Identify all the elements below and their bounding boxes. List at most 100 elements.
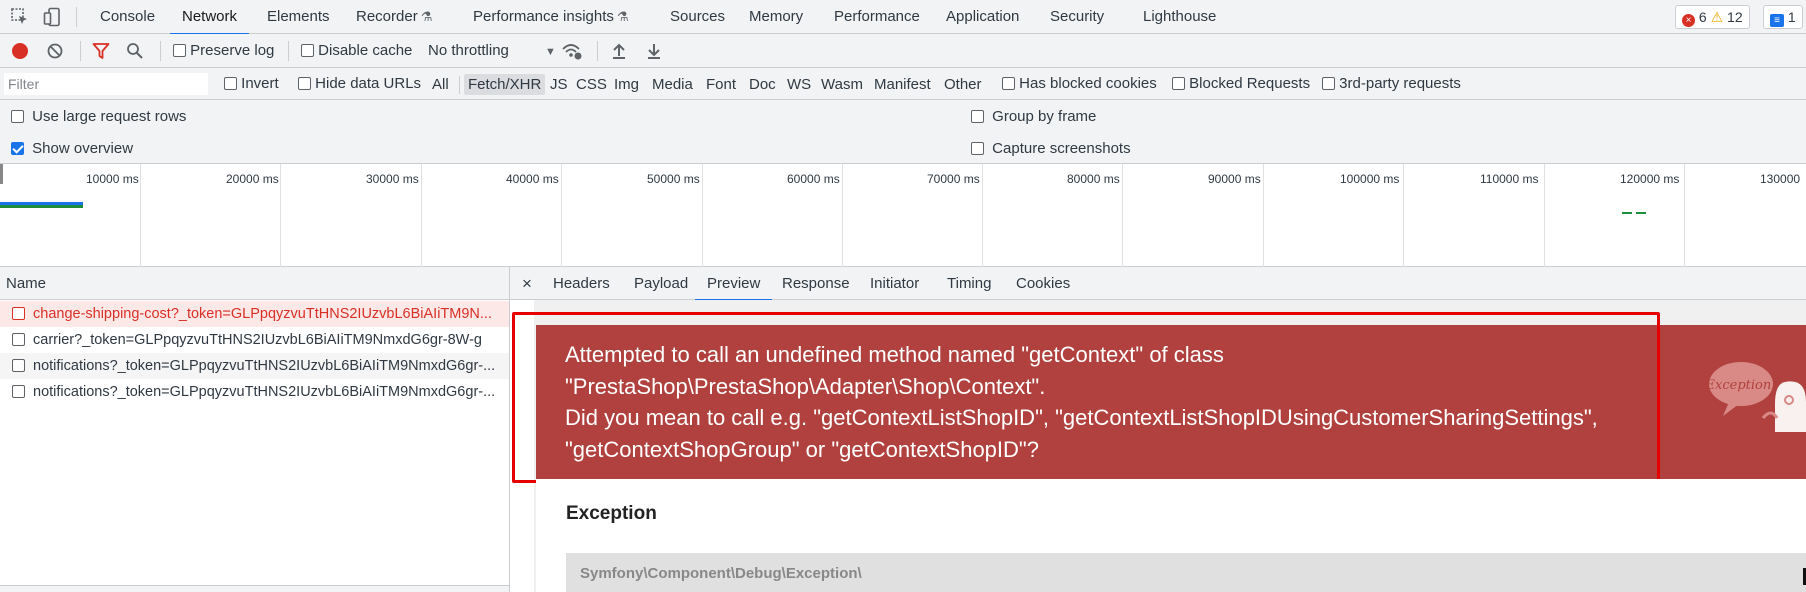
type-filter-wasm[interactable]: Wasm <box>817 74 867 95</box>
disable-cache-checkbox[interactable]: Disable cache <box>301 42 412 59</box>
tab-performance[interactable]: Performance <box>832 0 922 34</box>
tab-recorder[interactable]: Recorder ⚗ <box>354 0 434 34</box>
tab-label: Console <box>100 8 156 25</box>
type-filter-other[interactable]: Other <box>940 74 986 95</box>
tab-network[interactable]: Network <box>169 0 250 35</box>
third-party-requests-checkbox[interactable]: 3rd-party requests <box>1322 75 1461 92</box>
type-filter-doc[interactable]: Doc <box>745 74 780 95</box>
tab-label: Application <box>946 8 1020 25</box>
message-count: 1 <box>1787 9 1796 25</box>
row-checkbox <box>12 359 25 372</box>
search-icon[interactable] <box>126 42 144 60</box>
devtools-tab-strip: Console Network Elements Recorder ⚗ Perfo… <box>0 0 1806 35</box>
tab-lighthouse[interactable]: Lighthouse <box>1141 0 1218 34</box>
table-row[interactable]: notifications?_token=GLPpqyzvuTtHNS2IUzv… <box>0 353 509 379</box>
tab-initiator[interactable]: Initiator <box>870 267 919 300</box>
capture-screenshots-checkbox[interactable]: Capture screenshots <box>971 140 1131 157</box>
tab-sources[interactable]: Sources <box>668 0 727 34</box>
group-by-frame-checkbox[interactable]: Group by frame <box>971 108 1096 125</box>
large-rows-label: Use large request rows <box>32 108 187 125</box>
overview-gridline <box>1403 164 1404 267</box>
tab-cookies[interactable]: Cookies <box>1016 267 1070 300</box>
network-overview[interactable]: 10000 ms 20000 ms 30000 ms 40000 ms 5000… <box>0 164 1806 267</box>
tab-label: Performance <box>834 8 920 25</box>
record-icon[interactable] <box>12 43 28 59</box>
request-details: × Headers Payload Preview Response Initi… <box>510 267 1806 592</box>
overview-request-bar <box>0 205 83 208</box>
type-filter-js[interactable]: JS <box>546 74 572 95</box>
type-filter-manifest[interactable]: Manifest <box>870 74 935 95</box>
checkbox-box <box>301 44 314 57</box>
tab-performance-insights[interactable]: Performance insights ⚗ <box>471 0 631 34</box>
tab-headers[interactable]: Headers <box>553 267 610 300</box>
type-filter-all[interactable]: All <box>428 74 453 95</box>
import-har-icon[interactable] <box>611 42 627 60</box>
tab-memory[interactable]: Memory <box>747 0 805 34</box>
tab-label: Timing <box>947 275 992 292</box>
tab-label: Headers <box>553 275 610 292</box>
experiment-flask-icon: ⚗ <box>616 9 629 24</box>
tab-label: Recorder <box>356 8 418 25</box>
filter-icon[interactable] <box>92 42 110 60</box>
table-row[interactable]: notifications?_token=GLPpqyzvuTtHNS2IUzv… <box>0 379 509 405</box>
issues-counter[interactable]: × 6 ⚠ 12 <box>1675 5 1750 29</box>
checkbox-box <box>1322 77 1335 90</box>
filter-input[interactable] <box>4 73 208 95</box>
tab-console[interactable]: Console <box>98 0 157 34</box>
inspect-element-icon[interactable] <box>10 7 30 27</box>
show-overview-checkbox[interactable]: Show overview <box>11 140 133 157</box>
blocked-requests-checkbox[interactable]: Blocked Requests <box>1172 75 1310 92</box>
request-name: change-shipping-cost?_token=GLPpqyzvuTtH… <box>33 306 492 322</box>
type-filter-ws[interactable]: WS <box>783 74 815 95</box>
overview-tick: 90000 ms <box>1208 172 1261 186</box>
tab-elements[interactable]: Elements <box>265 0 332 34</box>
overview-gridline <box>1263 164 1264 267</box>
tab-preview[interactable]: Preview <box>694 267 773 301</box>
name-column-header[interactable]: Name <box>0 267 509 300</box>
throttling-value: No throttling <box>428 42 509 59</box>
network-conditions-icon[interactable] <box>561 42 583 60</box>
tab-security[interactable]: Security <box>1048 0 1106 34</box>
export-har-icon[interactable] <box>646 42 662 60</box>
type-filter-font[interactable]: Font <box>702 74 740 95</box>
row-checkbox <box>12 307 25 320</box>
column-label: Name <box>6 275 47 292</box>
messages-counter[interactable]: ≡ 1 <box>1763 5 1803 29</box>
hide-data-urls-checkbox[interactable]: Hide data URLs <box>298 75 421 92</box>
type-label: Font <box>706 76 737 93</box>
overview-tick: 80000 ms <box>1067 172 1120 186</box>
has-blocked-cookies-checkbox[interactable]: Has blocked cookies <box>1002 75 1157 92</box>
preserve-log-label: Preserve log <box>190 42 275 59</box>
overview-gridline <box>140 164 141 267</box>
tab-timing[interactable]: Timing <box>947 267 991 300</box>
tab-response[interactable]: Response <box>782 267 850 300</box>
overview-tick: 30000 ms <box>366 172 419 186</box>
type-filter-css[interactable]: CSS <box>572 74 611 95</box>
overview-window-handle[interactable] <box>0 164 3 184</box>
preserve-log-checkbox[interactable]: Preserve log <box>173 42 274 59</box>
exception-class-text: Symfony\Component\Debug\Exception\ <box>580 565 862 582</box>
exception-mascot-image: Exception! <box>1705 342 1806 432</box>
overview-gridline <box>982 164 983 267</box>
tab-payload[interactable]: Payload <box>634 267 688 300</box>
close-details-icon[interactable]: × <box>522 267 532 300</box>
table-row[interactable]: carrier?_token=GLPpqyzvuTtHNS2IUzvbL6BiA… <box>0 327 509 353</box>
type-filter-media[interactable]: Media <box>648 74 697 95</box>
overview-request-bar <box>1622 212 1632 214</box>
type-filter-fetch-xhr[interactable]: Fetch/XHR <box>464 74 546 95</box>
invert-checkbox[interactable]: Invert <box>224 75 279 92</box>
checkbox-box <box>971 142 984 155</box>
type-filter-img[interactable]: Img <box>610 74 643 95</box>
table-row[interactable]: change-shipping-cost?_token=GLPpqyzvuTtH… <box>0 301 509 327</box>
type-label: JS <box>550 76 568 93</box>
tab-label: Payload <box>634 275 689 292</box>
throttling-select[interactable]: No throttling ▼ <box>428 42 556 59</box>
device-toolbar-icon[interactable] <box>43 7 63 27</box>
group-by-frame-label: Group by frame <box>992 108 1097 125</box>
clear-icon[interactable] <box>47 43 63 59</box>
overview-tick: 120000 ms <box>1620 172 1680 186</box>
mascot-bubble-text: Exception! <box>1705 378 1776 393</box>
overview-tick: 10000 ms <box>86 172 139 186</box>
tab-application[interactable]: Application <box>944 0 1021 34</box>
large-rows-checkbox[interactable]: Use large request rows <box>11 108 186 125</box>
